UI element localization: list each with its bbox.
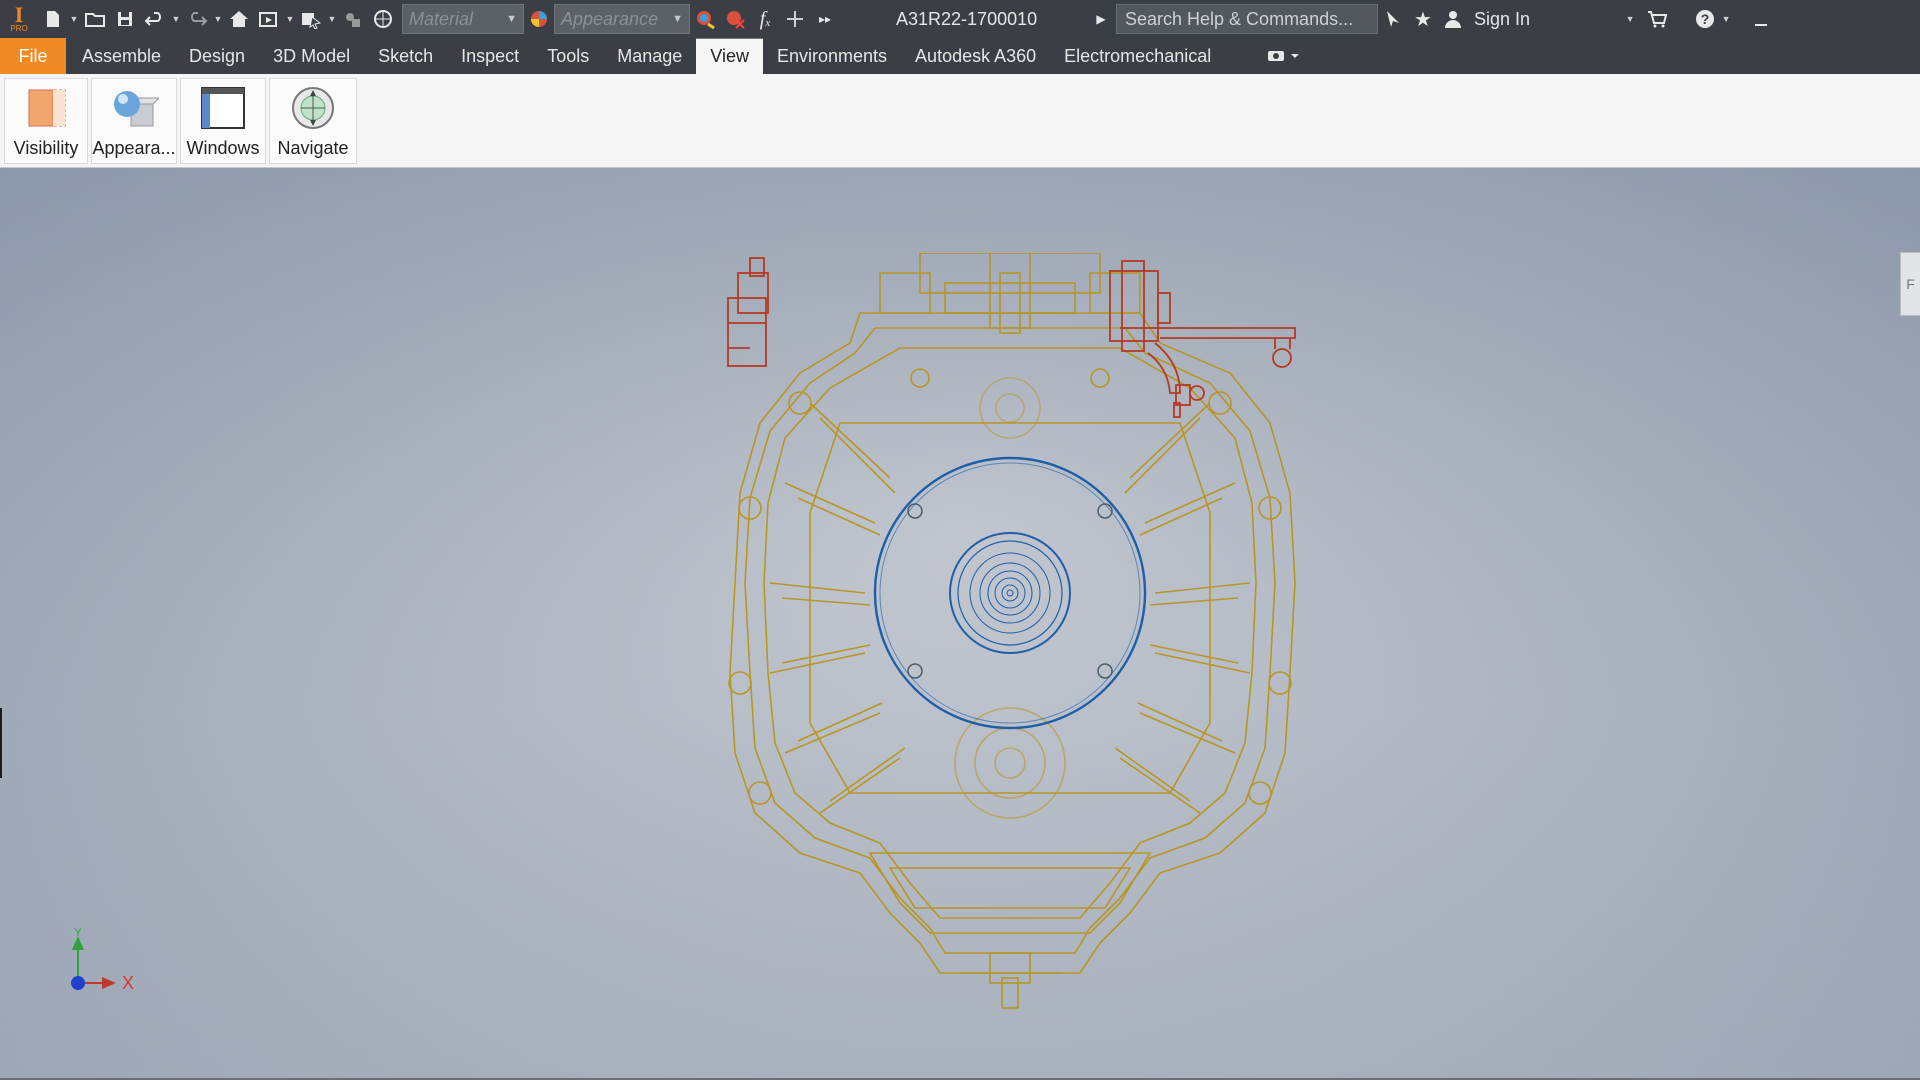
tab-manage[interactable]: Manage bbox=[603, 38, 696, 74]
appearance-button[interactable]: Appeara... bbox=[91, 78, 177, 164]
cart-icon[interactable] bbox=[1642, 4, 1672, 34]
svg-text:?: ? bbox=[1701, 11, 1710, 27]
search-binoculars-icon[interactable] bbox=[1378, 4, 1408, 34]
save-icon[interactable] bbox=[110, 4, 140, 34]
document-title: A31R22-1700010 bbox=[896, 8, 1038, 29]
appearance-label: Appeara... bbox=[92, 138, 176, 158]
side-panel-tab[interactable]: F bbox=[1900, 252, 1920, 316]
navigate-label: Navigate bbox=[277, 138, 349, 158]
appearance-icon bbox=[114, 91, 159, 127]
search-placeholder: Search Help & Commands... bbox=[1125, 9, 1354, 29]
update-icon[interactable] bbox=[254, 4, 284, 34]
help-dropdown-icon[interactable]: ▼ bbox=[1720, 14, 1732, 24]
redo-dropdown-icon[interactable]: ▼ bbox=[212, 14, 224, 24]
chevron-down-icon: ▼ bbox=[672, 13, 683, 25]
app-logo-letter: I bbox=[14, 2, 24, 27]
update-dropdown-icon[interactable]: ▼ bbox=[284, 14, 296, 24]
tab-inspect[interactable]: Inspect bbox=[447, 38, 533, 74]
sign-in-dropdown-icon[interactable]: ▼ bbox=[1624, 14, 1636, 24]
camera-icon bbox=[1268, 51, 1300, 61]
minimize-icon[interactable] bbox=[1746, 4, 1776, 34]
view-triad: Y X bbox=[71, 928, 134, 993]
gearbox-wireframe-model[interactable] bbox=[690, 253, 1330, 1013]
redo-icon[interactable] bbox=[182, 4, 212, 34]
expand-arrow-icon[interactable]: ▶ bbox=[1086, 4, 1116, 34]
tab-design[interactable]: Design bbox=[175, 38, 259, 74]
home-icon[interactable] bbox=[224, 4, 254, 34]
sign-in-link[interactable]: Sign In bbox=[1474, 9, 1530, 30]
undo-dropdown-icon[interactable]: ▼ bbox=[170, 14, 182, 24]
select-icon[interactable] bbox=[296, 4, 326, 34]
material-combo-text: Material bbox=[409, 8, 474, 29]
plus-icon[interactable] bbox=[780, 4, 810, 34]
appearance-sphere-icon[interactable] bbox=[524, 4, 554, 34]
tab-assemble[interactable]: Assemble bbox=[68, 38, 175, 74]
side-panel-tab-label: F bbox=[1906, 276, 1915, 292]
ribbon-tabs: File Assemble Design 3D Model Sketch Ins… bbox=[0, 38, 1920, 74]
visibility-button[interactable]: Visibility bbox=[4, 78, 88, 164]
graphics-viewport[interactable]: Y X F bbox=[0, 168, 1920, 1080]
open-folder-icon[interactable] bbox=[80, 4, 110, 34]
appearance-combo-text: Appearance bbox=[561, 8, 659, 29]
triad-y-label: Y bbox=[74, 928, 82, 939]
visibility-label: Visibility bbox=[13, 138, 79, 158]
triad-x-label: X bbox=[122, 973, 134, 993]
adjust-appearance-icon[interactable] bbox=[690, 4, 720, 34]
visibility-icon bbox=[28, 89, 66, 127]
flange-bolt-holes bbox=[907, 503, 1113, 679]
viewport-edge-marker bbox=[0, 708, 2, 778]
tab-sketch[interactable]: Sketch bbox=[364, 38, 447, 74]
windows-label: Windows bbox=[186, 138, 260, 158]
user-icon[interactable] bbox=[1438, 4, 1468, 34]
search-input[interactable]: Search Help & Commands... bbox=[1116, 4, 1378, 34]
windows-button[interactable]: Windows bbox=[180, 78, 266, 164]
tab-autodesk-a360[interactable]: Autodesk A360 bbox=[901, 38, 1050, 74]
navigate-icon bbox=[292, 87, 334, 129]
parameters-fx-icon[interactable]: fx bbox=[750, 4, 780, 34]
material-combo[interactable]: Material ▼ bbox=[402, 4, 524, 34]
ribbon-panel: Visibility Appeara... Windows Navigate bbox=[0, 74, 1920, 168]
overflow-icon[interactable]: ▸▸ bbox=[810, 4, 840, 34]
quick-access-toolbar: I PRO ▼ ▼ ▼ ▼ ▼ Material ▼ Appearance ▼ … bbox=[0, 0, 1920, 38]
component-icon[interactable] bbox=[338, 4, 368, 34]
app-logo[interactable]: I PRO bbox=[0, 0, 38, 38]
app-logo-sub: PRO bbox=[10, 24, 28, 33]
accessory-wireframe bbox=[727, 257, 1296, 418]
help-icon[interactable]: ? bbox=[1690, 4, 1720, 34]
undo-icon[interactable] bbox=[140, 4, 170, 34]
housing-wireframe bbox=[728, 253, 1296, 1009]
chevron-down-icon: ▼ bbox=[506, 13, 517, 25]
panel-options-button[interactable] bbox=[1255, 38, 1313, 74]
windows-icon bbox=[201, 87, 245, 129]
select-dropdown-icon[interactable]: ▼ bbox=[326, 14, 338, 24]
tab-view[interactable]: View bbox=[696, 38, 763, 74]
tab-tools[interactable]: Tools bbox=[533, 38, 603, 74]
new-file-icon[interactable] bbox=[38, 4, 68, 34]
tab-environments[interactable]: Environments bbox=[763, 38, 901, 74]
center-flange-wireframe bbox=[873, 456, 1147, 730]
tab-file[interactable]: File bbox=[0, 38, 66, 74]
tab-3d-model[interactable]: 3D Model bbox=[259, 38, 364, 74]
favorites-star-icon[interactable]: ★ bbox=[1408, 4, 1438, 34]
navigate-button[interactable]: Navigate bbox=[269, 78, 357, 164]
globe-icon[interactable] bbox=[368, 4, 398, 34]
appearance-combo[interactable]: Appearance ▼ bbox=[554, 4, 690, 34]
new-dropdown-icon[interactable]: ▼ bbox=[68, 14, 80, 24]
tab-electromechanical[interactable]: Electromechanical bbox=[1050, 38, 1225, 74]
clear-appearance-icon[interactable] bbox=[720, 4, 750, 34]
